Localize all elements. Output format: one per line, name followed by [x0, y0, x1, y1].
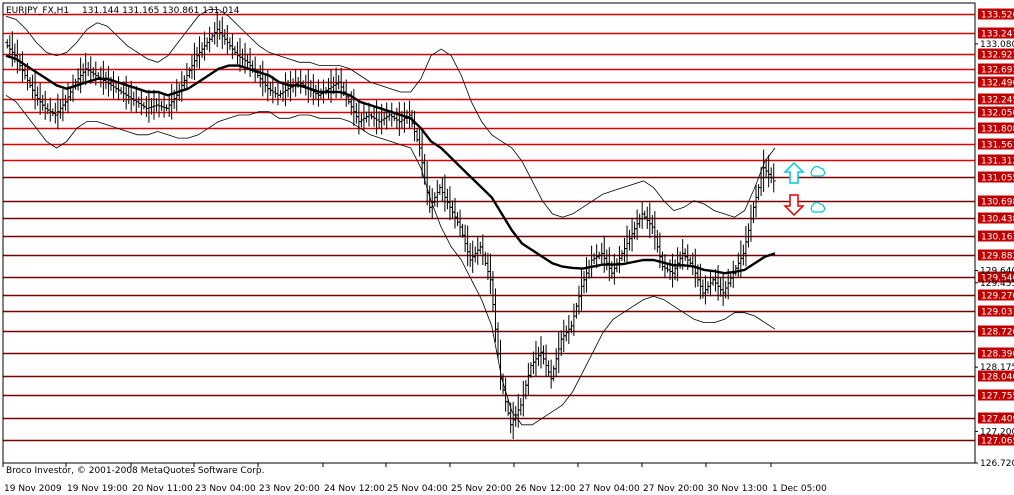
level-label: 132.496	[981, 79, 1014, 89]
level-label: 130.438	[981, 215, 1014, 225]
level-label: 132.921	[981, 51, 1014, 61]
level-label: 131.055	[981, 174, 1014, 184]
time-tick-label: 25 Nov 04:00	[387, 484, 448, 494]
level-label: 127.409	[981, 415, 1014, 425]
level-label: 127.065	[981, 437, 1014, 447]
symbol-label: EURJPY_FX,H1	[6, 6, 69, 16]
level-label: 133.526	[981, 11, 1014, 21]
price-tick-label: 127.200	[980, 427, 1014, 437]
level-label: 129.270	[981, 292, 1014, 302]
price-tick-label: 129.640	[980, 267, 1014, 277]
time-tick-label: 27 Nov 20:00	[643, 484, 704, 494]
time-tick-label: 23 Nov 20:00	[259, 484, 320, 494]
level-label: 127.755	[981, 392, 1014, 402]
level-label: 133.247	[981, 30, 1014, 40]
level-label: 129.031	[981, 308, 1014, 318]
time-tick-label: 19 Nov 19:00	[67, 484, 128, 494]
level-label: 130.698	[981, 198, 1014, 208]
level-label: 128.396	[981, 350, 1014, 360]
copyright-text: Broco Investor, © 2001-2008 MetaQuotes S…	[6, 466, 265, 476]
price-tick-label: 129.455	[980, 279, 1014, 289]
time-tick-label: 24 Nov 12:00	[324, 484, 385, 494]
level-label: 132.245	[981, 96, 1014, 106]
time-tick-label: 1 Dec 05:00	[772, 484, 827, 494]
level-label: 130.163	[981, 233, 1014, 243]
price-tick-label: 133.080	[980, 40, 1014, 50]
ohlc-readout: 131.144 131.165 130.861 131.014	[82, 6, 240, 16]
level-label: 128.720	[981, 328, 1014, 338]
level-label: 132.050	[981, 109, 1014, 119]
chart-background	[0, 0, 1014, 495]
level-label: 131.312	[981, 157, 1014, 167]
level-label: 132.693	[981, 66, 1014, 76]
level-label: 129.882	[981, 252, 1014, 262]
level-label: 128.040	[981, 373, 1014, 383]
time-tick-label: 25 Nov 20:00	[451, 484, 512, 494]
level-label: 131.808	[981, 125, 1014, 135]
time-tick-label: 30 Nov 13:00	[707, 484, 768, 494]
time-tick-label: 23 Nov 04:00	[195, 484, 256, 494]
price-tick-label: 126.720	[980, 459, 1014, 469]
price-tick-label: 128.175	[980, 363, 1014, 373]
time-tick-label: 20 Nov 11:00	[132, 484, 193, 494]
price-axis: 133.526 133.247 132.921 132.693 132.496 132.2…	[975, 8, 1014, 469]
level-label: 131.561	[981, 141, 1014, 151]
time-tick-label: 19 Nov 2009	[4, 484, 62, 494]
price-chart[interactable]: 133.526 133.247 132.921 132.693 132.496 132.2…	[0, 0, 1014, 495]
chart-window[interactable]: 133.526 133.247 132.921 132.693 132.496 132.2…	[0, 0, 1014, 495]
time-tick-label: 26 Nov 12:00	[515, 484, 576, 494]
time-tick-label: 27 Nov 04:00	[579, 484, 640, 494]
